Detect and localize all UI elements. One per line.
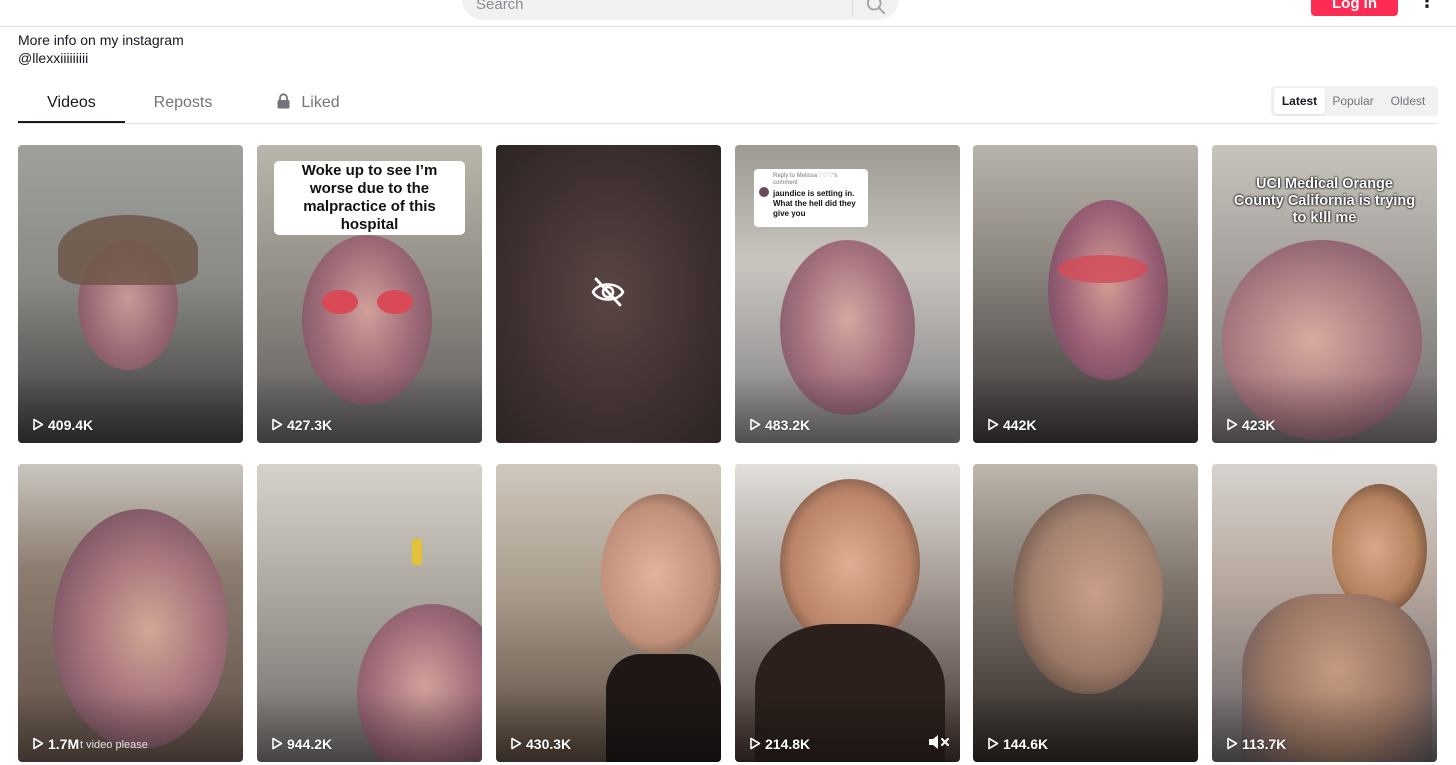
profile-tabs: Videos Reposts Liked <box>18 85 1438 124</box>
thumbnail-image <box>412 539 422 565</box>
view-count-value: 427.3K <box>287 417 333 433</box>
avatar <box>759 187 769 197</box>
thumbnail-image <box>377 290 413 314</box>
reply-comment-sticker: Reply to Melissa♡♡♡'s comment jaundice i… <box>754 169 868 227</box>
sort-popular-button[interactable]: Popular <box>1327 88 1379 114</box>
video-thumbnail[interactable]: UCI Medical Orange County California is … <box>1212 145 1437 443</box>
video-thumbnail[interactable]: 214.8K <box>735 464 960 762</box>
video-caption: Woke up to see I’m worse due to the malp… <box>274 161 465 235</box>
thumbnail-image <box>58 215 198 285</box>
search-divider <box>852 0 853 17</box>
view-count: 423K <box>1226 417 1275 433</box>
profile-bio: More info on my instagram @llexxiiiiiiii… <box>18 31 184 67</box>
video-thumbnail[interactable]: Woke up to see I’m worse due to the malp… <box>257 145 482 443</box>
tab-label: Reposts <box>153 94 213 111</box>
active-tab-indicator <box>18 121 125 123</box>
view-count: 430.3K <box>510 736 571 752</box>
view-count: 442K <box>987 417 1036 433</box>
thumbnail-image <box>601 494 721 654</box>
tab-liked[interactable]: Liked <box>258 85 358 123</box>
play-icon <box>1227 418 1238 431</box>
reply-header: Reply to Melissa♡♡♡'s comment <box>773 173 838 186</box>
video-caption: UCI Medical Orange County California is … <box>1233 176 1416 226</box>
play-icon <box>750 418 761 431</box>
video-thumbnail[interactable]: Reply to Melissa♡♡♡'s comment jaundice i… <box>735 145 960 443</box>
view-count: 427.3K <box>271 417 332 433</box>
play-icon <box>988 418 999 431</box>
video-thumbnail[interactable]: 113.7K <box>1212 464 1437 762</box>
video-thumbnail[interactable]: 442K <box>973 145 1198 443</box>
tab-label: Liked <box>301 94 340 111</box>
view-count-value: 944.2K <box>287 736 333 752</box>
reply-text: jaundice is setting in. What the hell di… <box>773 189 856 218</box>
view-count: 144.6K <box>987 736 1048 752</box>
tab-label: Videos <box>47 94 96 111</box>
view-count-value: 442K <box>1003 417 1037 433</box>
sort-toggle: Latest Popular Oldest <box>1271 86 1438 116</box>
video-thumbnail[interactable]: 144.6K <box>973 464 1198 762</box>
view-count: 483.2K <box>749 417 810 433</box>
view-count: 113.7K <box>1226 736 1286 752</box>
video-thumbnail[interactable]: t video please 1.7M <box>18 464 243 762</box>
video-thumbnail[interactable]: 430.3K <box>496 464 721 762</box>
hidden-eye-icon <box>591 277 625 307</box>
tab-reposts[interactable]: Reposts <box>138 85 228 123</box>
sort-oldest-button[interactable]: Oldest <box>1381 88 1435 114</box>
lock-icon <box>277 93 290 109</box>
muted-speaker-icon[interactable] <box>928 734 950 750</box>
view-count: 409.4K <box>32 417 93 433</box>
view-count-value: 113.7K <box>1242 736 1287 752</box>
login-button[interactable]: Log in <box>1311 0 1398 16</box>
view-count-value: 430.3K <box>526 736 572 752</box>
search-box[interactable]: Search <box>462 0 899 20</box>
play-icon <box>272 737 283 750</box>
more-options-icon[interactable]: ⋮ <box>1418 0 1436 14</box>
play-icon <box>988 737 999 750</box>
view-count-value: 483.2K <box>765 417 811 433</box>
view-count: 1.7M <box>32 736 79 752</box>
video-thumbnail[interactable]: 409.4K <box>18 145 243 443</box>
play-icon <box>272 418 283 431</box>
thumbnail-image <box>1048 200 1168 380</box>
play-icon <box>1227 737 1238 750</box>
video-thumbnail-hidden[interactable] <box>496 145 721 443</box>
bio-line: @llexxiiiiiiiii <box>18 50 89 66</box>
view-count-value: 144.6K <box>1003 736 1049 752</box>
video-thumbnail[interactable]: 944.2K <box>257 464 482 762</box>
play-icon <box>33 737 44 750</box>
view-count-value: 1.7M <box>48 736 80 752</box>
bio-line: More info on my instagram <box>18 32 184 48</box>
thumbnail-image <box>322 290 358 314</box>
sort-latest-button[interactable]: Latest <box>1274 88 1325 114</box>
play-icon <box>33 418 44 431</box>
thumbnail-image <box>1013 494 1163 694</box>
view-count: 944.2K <box>271 736 332 752</box>
view-count-value: 409.4K <box>48 417 94 433</box>
thumbnail-image <box>1058 255 1148 283</box>
tab-videos[interactable]: Videos <box>18 85 125 123</box>
view-count: 214.8K <box>749 736 810 752</box>
video-overlay-text: t video please <box>80 739 148 751</box>
play-icon <box>511 737 522 750</box>
view-count-value: 423K <box>1242 417 1276 433</box>
search-icon[interactable] <box>865 0 887 16</box>
view-count-value: 214.8K <box>765 736 811 752</box>
play-icon <box>750 737 761 750</box>
top-navigation-bar: Search Log in ⋮ <box>0 0 1456 27</box>
search-input[interactable]: Search <box>476 0 524 13</box>
